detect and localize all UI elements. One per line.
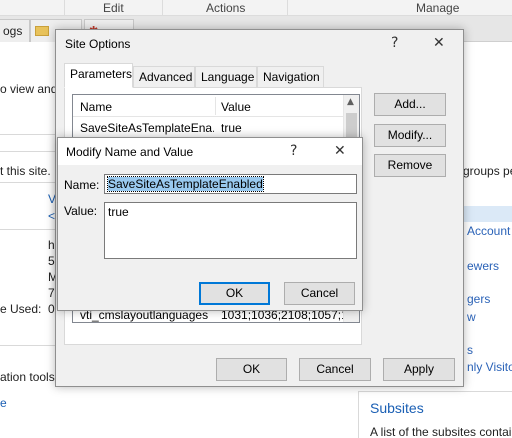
page-text: t this site.: [0, 164, 51, 178]
page-text: o view and: [0, 82, 58, 96]
name-field-value: SaveSiteAsTemplateEnabled: [107, 176, 264, 192]
column-header-name[interactable]: Name: [80, 100, 112, 114]
document-tab-label: ogs: [3, 24, 23, 38]
page-link[interactable]: ewers: [467, 259, 499, 273]
divider: [0, 151, 56, 152]
ribbon-separator: [162, 0, 163, 16]
close-icon[interactable]: ✕: [433, 35, 445, 51]
page-text: h: [48, 238, 55, 252]
ribbon-separator: [287, 0, 288, 16]
ribbon-separator: [64, 0, 65, 16]
value-field[interactable]: true: [104, 202, 357, 259]
ribbon-group-manage[interactable]: Manage: [416, 1, 459, 15]
page-link[interactable]: s: [467, 343, 473, 357]
folder-icon: [35, 26, 49, 36]
divider: [0, 182, 56, 183]
close-icon[interactable]: ✕: [334, 143, 346, 159]
page-link[interactable]: gers: [467, 292, 490, 306]
divider: [0, 345, 56, 346]
scroll-up-arrow-icon[interactable]: ▲: [347, 97, 354, 107]
column-header-value[interactable]: Value: [221, 100, 251, 114]
modify-button[interactable]: Modify...: [374, 124, 446, 147]
apply-button[interactable]: Apply: [383, 358, 455, 381]
list-row[interactable]: SaveSiteAsTemplateEna... true: [73, 118, 345, 135]
tab-language[interactable]: Language: [195, 66, 257, 87]
ok-button[interactable]: OK: [216, 358, 287, 381]
selected-row-highlight: [463, 206, 512, 222]
help-icon[interactable]: ?: [290, 143, 297, 159]
value-label: Value:: [64, 204, 98, 218]
tab-advanced[interactable]: Advanced: [133, 66, 195, 87]
page-text: ation tools.: [0, 370, 59, 384]
page-link[interactable]: w: [467, 310, 476, 324]
help-icon[interactable]: ?: [391, 35, 398, 51]
row-name: SaveSiteAsTemplateEna...: [80, 121, 214, 135]
page-link[interactable]: <: [48, 209, 55, 223]
modify-dialog-title: Modify Name and Value: [66, 145, 194, 159]
divider: [0, 229, 56, 230]
cancel-button[interactable]: Cancel: [299, 358, 371, 381]
remove-button[interactable]: Remove: [374, 154, 446, 177]
page-link[interactable]: e: [0, 396, 7, 410]
ribbon-group-actions[interactable]: Actions: [206, 1, 245, 15]
page-link[interactable]: Account: [467, 224, 510, 238]
subsites-title[interactable]: Subsites: [370, 400, 424, 416]
name-field[interactable]: SaveSiteAsTemplateEnabled: [104, 174, 357, 194]
column-divider: [215, 97, 216, 115]
divider: [0, 134, 56, 135]
subsites-description: A list of the subsites contain: [370, 425, 512, 438]
page-text: groups pe: [463, 164, 512, 178]
name-label: Name:: [64, 178, 100, 192]
tab-parameters[interactable]: Parameters: [64, 63, 133, 88]
row-value: true: [221, 121, 242, 135]
page-text: e Used:: [0, 302, 42, 316]
ribbon-group-edit[interactable]: Edit: [103, 1, 124, 15]
tab-navigation[interactable]: Navigation: [257, 66, 324, 87]
document-tab[interactable]: ogs: [0, 19, 30, 42]
modify-ok-button[interactable]: OK: [199, 282, 270, 305]
add-button[interactable]: Add...: [374, 93, 446, 116]
site-options-title: Site Options: [65, 37, 131, 51]
page-link[interactable]: nly Visitor: [467, 360, 512, 374]
list-header: Name Value: [73, 95, 345, 117]
modify-cancel-button[interactable]: Cancel: [284, 282, 355, 305]
value-field-value: true: [108, 205, 129, 219]
page-text: 5: [48, 254, 55, 268]
